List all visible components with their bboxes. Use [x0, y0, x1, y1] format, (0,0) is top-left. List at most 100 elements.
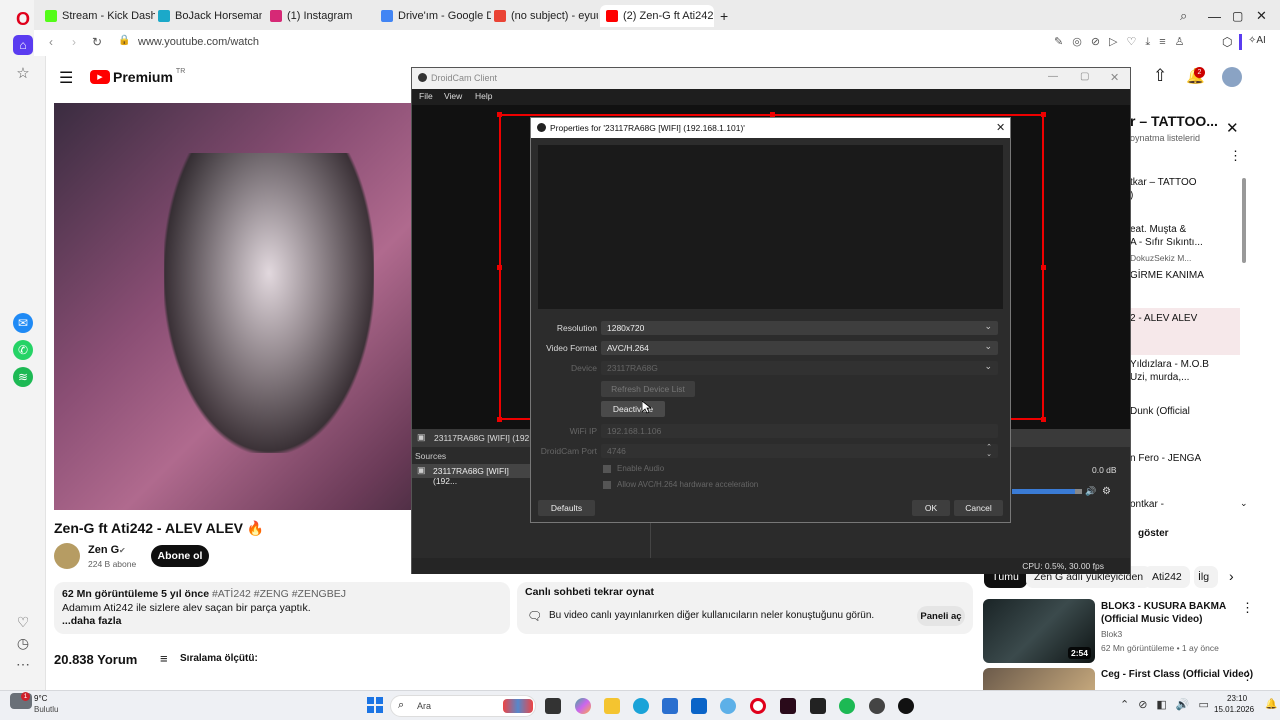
- playlist-item[interactable]: n Fero - JENGA: [1130, 452, 1230, 465]
- volume-slider[interactable]: [1012, 489, 1082, 494]
- tab-kick[interactable]: Stream - Kick Dashboard: [45, 5, 155, 27]
- forward-icon[interactable]: ›: [72, 35, 76, 49]
- opera-taskbar-icon[interactable]: [750, 698, 766, 714]
- url-field[interactable]: www.youtube.com/watch: [138, 36, 259, 48]
- enable-audio-checkbox[interactable]: Enable Audio: [603, 464, 664, 473]
- channel-avatar[interactable]: [54, 543, 80, 569]
- back-icon[interactable]: ‹: [49, 35, 53, 49]
- wifi-ip-field[interactable]: 192.168.1.106: [601, 424, 998, 438]
- resize-handle[interactable]: [1041, 417, 1046, 422]
- maximize-button[interactable]: ▢: [1232, 5, 1243, 27]
- ok-button[interactable]: OK: [912, 500, 950, 516]
- tab-bojack[interactable]: BoJack Horseman 1. Sezo: [158, 5, 262, 27]
- sort-icon[interactable]: ≡: [160, 651, 168, 666]
- premiere-icon[interactable]: [780, 698, 796, 714]
- rec-title[interactable]: Ceg - First Class (Official Video): [1101, 669, 1253, 680]
- obs-icon[interactable]: [898, 698, 914, 714]
- hw-accel-checkbox[interactable]: Allow AVC/H.264 hardware acceleration: [603, 480, 758, 489]
- search-tabs-icon[interactable]: ⌕: [1180, 5, 1187, 27]
- whatsapp-icon[interactable]: ✆: [13, 340, 33, 360]
- format-select[interactable]: AVC/H.264 ⌄: [601, 341, 998, 355]
- playlist-item[interactable]: tkar – TATTOO ): [1130, 176, 1230, 202]
- rec-channel[interactable]: Blok3: [1101, 629, 1122, 639]
- playlist-menu-icon[interactable]: ⋮: [1229, 148, 1242, 164]
- avatar[interactable]: [1222, 67, 1242, 87]
- channel-name[interactable]: Zen G: [88, 544, 119, 556]
- file-explorer-icon[interactable]: [604, 698, 620, 714]
- cancel-button[interactable]: Cancel: [954, 500, 1003, 516]
- volume-icon[interactable]: 🔊: [1085, 486, 1096, 497]
- heart-icon[interactable]: ♡: [13, 612, 33, 632]
- rec-title[interactable]: BLOK3 - KUSURA BAKMA (Official Music Vid…: [1101, 600, 1226, 626]
- new-tab-button[interactable]: +: [720, 5, 728, 27]
- spotify-icon[interactable]: ≋: [13, 367, 33, 387]
- device-select[interactable]: 23117RA68G ⌄: [601, 361, 998, 375]
- playlist-item[interactable]: Dunk (Official: [1130, 405, 1230, 418]
- maximize-button[interactable]: ▢: [1080, 71, 1089, 82]
- gear-icon[interactable]: ⚙: [1102, 486, 1111, 497]
- upload-icon[interactable]: ⇧: [1153, 66, 1167, 86]
- rec-menu-icon[interactable]: ⋮: [1241, 668, 1254, 684]
- speed-dial-icon[interactable]: ☆: [13, 63, 33, 83]
- menu-help[interactable]: Help: [475, 91, 492, 101]
- sort-label[interactable]: Sıralama ölçütü:: [180, 653, 258, 664]
- playlist-item[interactable]: ontkar -: [1130, 498, 1230, 511]
- capcut-icon[interactable]: [810, 698, 826, 714]
- reload-icon[interactable]: ↻: [92, 35, 102, 49]
- minimize-button[interactable]: —: [1048, 71, 1058, 82]
- tab-instagram[interactable]: (1) Instagram: [270, 5, 370, 27]
- playlist-item-current[interactable]: 2 - ALEV ALEV: [1130, 312, 1230, 325]
- show-more-link[interactable]: göster: [1138, 528, 1169, 539]
- spotify-taskbar-icon[interactable]: [839, 698, 855, 714]
- youtube-logo[interactable]: ▶ Premium TR: [90, 68, 185, 85]
- opera-logo-icon[interactable]: O: [13, 9, 33, 29]
- chip-ati242[interactable]: Ati242: [1144, 566, 1190, 588]
- outlook-icon[interactable]: [691, 698, 707, 714]
- port-stepper[interactable]: 4746 ⌃ ⌄: [601, 444, 998, 458]
- menu-view[interactable]: View: [444, 91, 462, 101]
- menu-icon[interactable]: ☰: [59, 68, 73, 88]
- playlist-scrollbar[interactable]: [1242, 178, 1246, 263]
- playlist-item[interactable]: GİRME KANIMA: [1130, 269, 1230, 282]
- menu-file[interactable]: File: [419, 91, 433, 101]
- resize-handle[interactable]: [497, 112, 502, 117]
- copilot-icon[interactable]: [575, 698, 591, 714]
- close-button[interactable]: ✕: [1110, 71, 1119, 84]
- app-icon[interactable]: [869, 698, 885, 714]
- chevron-down-icon[interactable]: ⌄: [1240, 498, 1248, 509]
- close-button[interactable]: ✕: [1256, 5, 1267, 27]
- notifications-icon[interactable]: 🔔: [1265, 699, 1277, 710]
- desc-more[interactable]: ...daha fazla: [62, 615, 502, 629]
- tab-gmail[interactable]: (no subject) - eyuupkoc: [494, 5, 598, 27]
- refresh-device-button[interactable]: Refresh Device List: [601, 381, 695, 397]
- stepper-arrows-icon[interactable]: ⌃ ⌄: [986, 444, 992, 458]
- clock-date[interactable]: 15.01.2026: [1214, 705, 1254, 714]
- search-box[interactable]: ⌕ Ara: [390, 695, 536, 717]
- tab-drive[interactable]: Drive'ım - Google Drive: [381, 5, 491, 27]
- chips-next-icon[interactable]: ›: [1229, 568, 1234, 584]
- resize-handle[interactable]: [497, 265, 502, 270]
- playlist-item[interactable]: Yıldızlara - M.O.B Uzi, murda,...: [1130, 358, 1230, 384]
- clock-time[interactable]: 23:10: [1227, 694, 1247, 703]
- app-icon[interactable]: [720, 698, 736, 714]
- resize-handle[interactable]: [1041, 112, 1046, 117]
- store-icon[interactable]: [662, 698, 678, 714]
- playlist-item[interactable]: eat. Muşta & A - Sıfır Sıkıntı...: [1130, 223, 1230, 249]
- minimize-button[interactable]: —: [1208, 5, 1221, 27]
- tray-icons[interactable]: ⌃⊘◧🔊▭: [1120, 698, 1218, 711]
- extensions-icon[interactable]: ⬡: [1222, 35, 1232, 49]
- tab-youtube[interactable]: (2) Zen-G ft Ati242 - A: [600, 5, 714, 27]
- aria-ai-icon[interactable]: ✧AI: [1248, 35, 1266, 46]
- messenger-icon[interactable]: ✉: [13, 313, 33, 333]
- resolution-select[interactable]: 1280x720 ⌄: [601, 321, 998, 335]
- defaults-button[interactable]: Defaults: [538, 500, 595, 516]
- rec-thumbnail[interactable]: [983, 668, 1095, 690]
- windows-start-icon[interactable]: [367, 697, 383, 713]
- more-icon[interactable]: ⋯: [13, 654, 33, 674]
- subscribe-button[interactable]: Abone ol: [151, 545, 209, 567]
- address-actions-icon[interactable]: ✎◎⊘▷♡⤓≡♙: [1054, 35, 1194, 49]
- description-box[interactable]: 62 Mn görüntüleme 5 yıl önce #ATİ242 #ZE…: [54, 582, 510, 634]
- rec-menu-icon[interactable]: ⋮: [1241, 600, 1254, 616]
- close-playlist-icon[interactable]: ✕: [1226, 119, 1239, 137]
- history-icon[interactable]: ◷: [13, 633, 33, 653]
